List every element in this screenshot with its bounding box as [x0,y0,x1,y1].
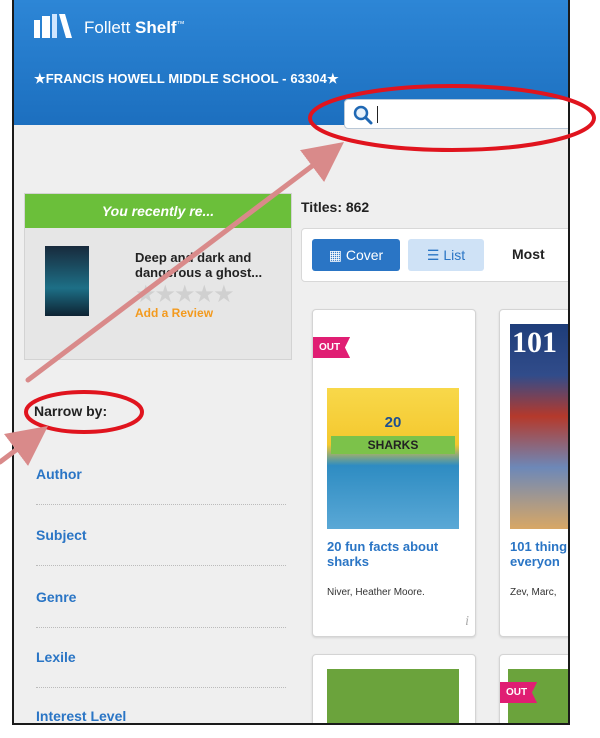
app-window: Follett Shelf™ ★FRANCIS HOWELL MIDDLE SC… [12,0,570,725]
narrow-by-heading: Narrow by: [34,403,108,419]
cover-view-button[interactable]: ▦ Cover [312,239,400,271]
cover-number: 101 [512,326,557,359]
out-badge: OUT [500,682,538,703]
rating-stars[interactable]: ★★★★★ [135,280,235,309]
book-author: Niver, Heather Moore. [327,587,425,598]
titles-count: Titles: 862 [301,199,370,215]
brand-name: Follett Shelf™ [84,18,185,37]
text-cursor [377,106,378,123]
school-name: ★FRANCIS HOWELL MIDDLE SCHOOL - 63304★ [34,71,339,86]
book-cover[interactable] [327,669,459,723]
out-badge: OUT [313,337,351,358]
facet-author[interactable]: Author [36,466,82,482]
divider [36,565,286,566]
facet-lexile[interactable]: Lexile [36,649,76,665]
facet-subject[interactable]: Subject [36,527,87,543]
recent-book-cover[interactable] [45,246,89,316]
app-header: Follett Shelf™ ★FRANCIS HOWELL MIDDLE SC… [14,0,568,129]
facet-genre[interactable]: Genre [36,589,76,605]
follett-shelf-logo-icon [34,14,72,38]
recently-read-heading: You recently re... [25,194,291,228]
grid-icon: ▦ [328,247,346,263]
book-card[interactable] [312,654,476,723]
divider [36,504,286,505]
book-cover-sharks[interactable]: 20 SHARKS [327,388,459,529]
facet-interest-level[interactable]: Interest Level [36,708,126,723]
recent-book-title[interactable]: Deep and dark and dangerous a ghost... [135,250,285,280]
book-card[interactable]: OUT 20 SHARKS 20 fun facts about sharks … [312,309,476,637]
cover-number: 20 [384,414,402,431]
view-toolbar: ▦ Cover ☰ List Most [301,228,568,282]
info-icon[interactable]: i [465,614,469,630]
divider [36,687,286,688]
sort-dropdown[interactable]: Most [512,246,545,262]
recently-read-panel: You recently re... Deep and dark and dan… [24,193,292,360]
add-review-link[interactable]: Add a Review [135,306,213,320]
book-title-link[interactable]: 101 thing everyon [510,539,568,569]
list-icon: ☰ [426,247,444,263]
book-title-link[interactable]: 20 fun facts about sharks [327,539,467,569]
list-view-button[interactable]: ☰ List [408,239,484,271]
divider [36,627,286,628]
search-icon[interactable] [353,105,373,125]
book-author: Zev, Marc, [510,587,557,598]
search-input[interactable] [344,99,568,129]
cover-banner: SHARKS [331,436,455,454]
book-card[interactable]: OUT [499,654,568,723]
book-card[interactable]: 101 101 thing everyon Zev, Marc, [499,309,568,637]
book-cover-101[interactable]: 101 [510,324,568,529]
